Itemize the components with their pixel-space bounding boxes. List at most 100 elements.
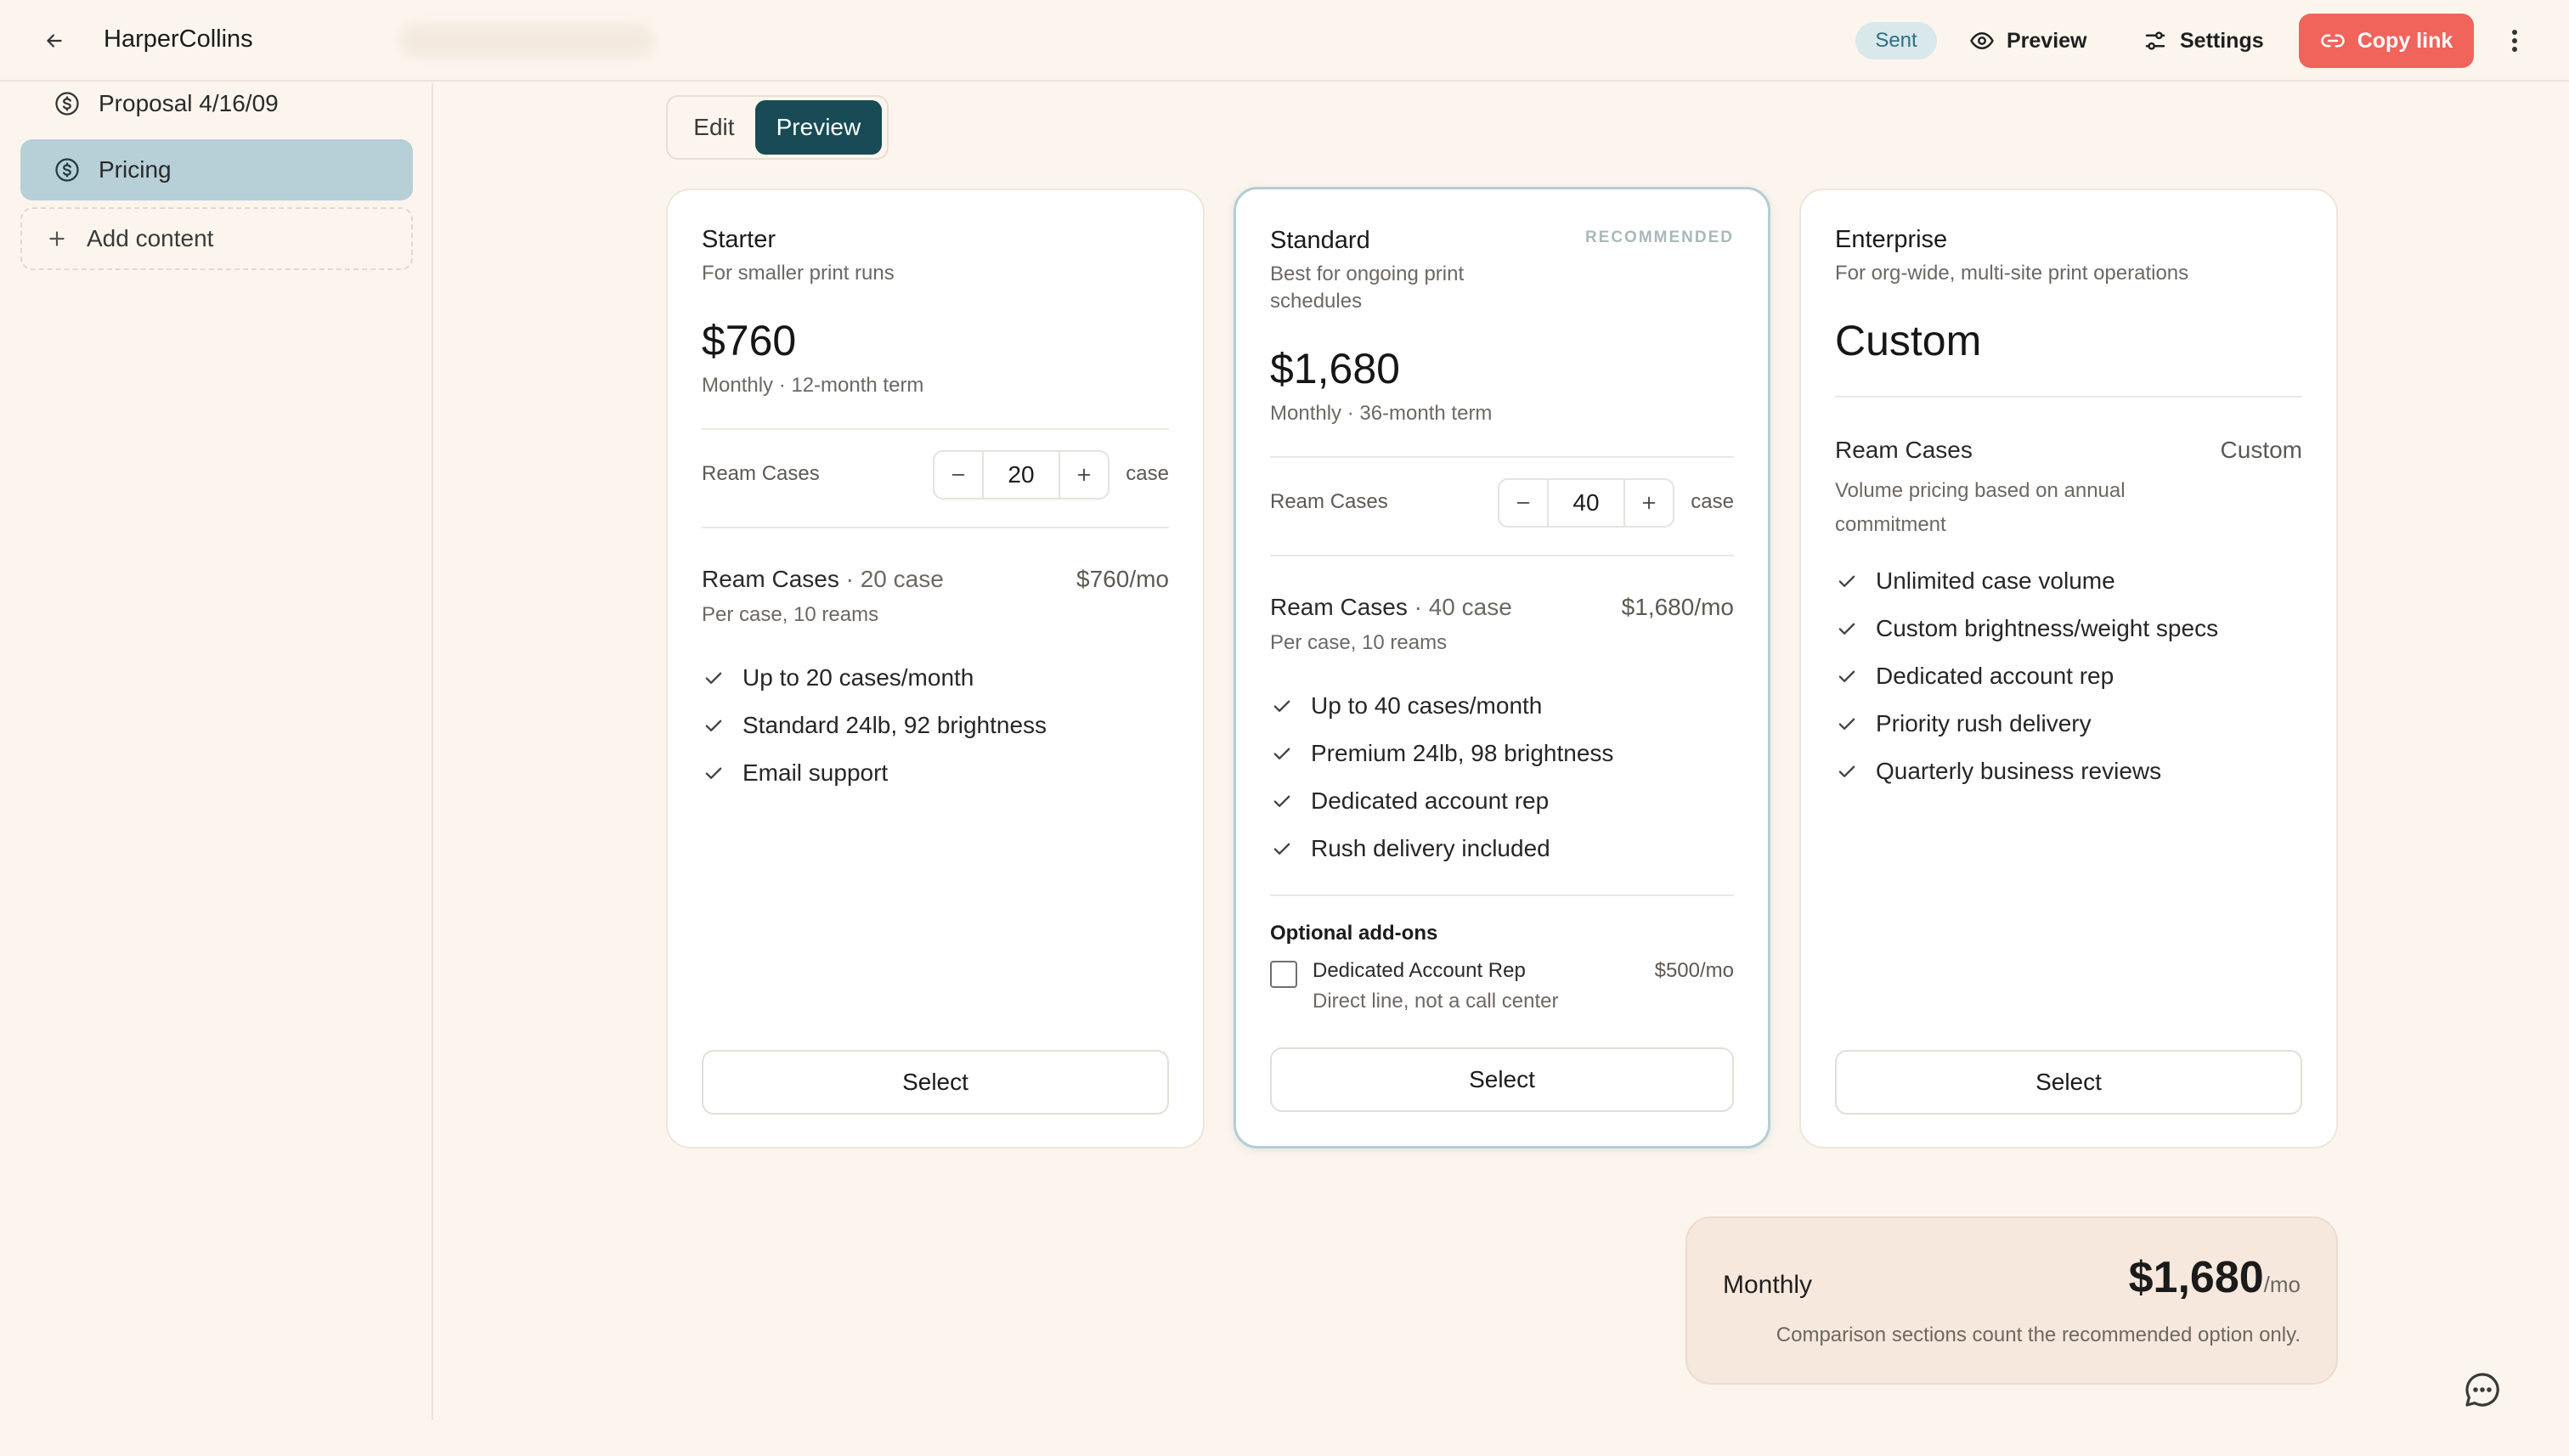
feature-item: Email support xyxy=(702,749,1169,797)
check-icon xyxy=(1273,700,1290,712)
plan-term: Monthly · 36-month term xyxy=(1270,402,1493,425)
feature-text: Dedicated account rep xyxy=(1311,787,1550,814)
select-button[interactable]: Select xyxy=(1835,1050,2302,1115)
feature-item: Dedicated account rep xyxy=(1835,652,2302,700)
plan-name: Enterprise xyxy=(1835,226,1948,253)
check-icon xyxy=(1838,718,1855,730)
monthly-summary: Monthly $1,680/mo Comparison sections co… xyxy=(1685,1216,2338,1385)
summary-label: Monthly xyxy=(1723,1271,1813,1299)
quantity-value[interactable]: 40 xyxy=(1547,480,1625,526)
top-bar: HarperCollins Sent Preview Settings Copy… xyxy=(0,0,2569,82)
plus-icon xyxy=(49,231,65,246)
line-item-price: Custom xyxy=(2220,437,2302,463)
tab-edit[interactable]: Edit xyxy=(673,100,755,155)
feature-item: Custom brightness/weight specs xyxy=(1835,605,2302,652)
select-button[interactable]: Select xyxy=(702,1050,1169,1115)
line-item-subtitle-line: commitment xyxy=(1835,513,1946,536)
feature-text: Up to 20 cases/month xyxy=(742,664,974,691)
feature-list: Up to 40 cases/month Premium 24lb, 98 br… xyxy=(1270,682,1734,872)
plan-card-starter: Starter For smaller print runs $760 Mont… xyxy=(666,189,1205,1148)
minus-icon xyxy=(951,474,965,476)
plan-subtitle-line: Best for ongoing print xyxy=(1270,262,1465,285)
check-icon xyxy=(1273,843,1290,855)
feature-text: Standard 24lb, 92 brightness xyxy=(742,712,1047,738)
addon-price: $500/mo xyxy=(1654,959,1734,982)
quantity-unit: case xyxy=(1126,462,1169,485)
check-icon xyxy=(1838,670,1855,682)
chat-button[interactable] xyxy=(2462,1369,2503,1410)
sidebar-item-pricing[interactable]: Pricing xyxy=(20,139,413,200)
dollar-circle-icon xyxy=(55,158,79,182)
plan-subtitle: For smaller print runs xyxy=(702,262,895,285)
check-icon xyxy=(1838,575,1855,587)
feature-text: Premium 24lb, 98 brightness xyxy=(1311,740,1614,766)
feature-list: Up to 20 cases/month Standard 24lb, 92 b… xyxy=(702,654,1169,797)
feature-text: Quarterly business reviews xyxy=(1876,758,2162,784)
quantity-value[interactable]: 20 xyxy=(982,452,1060,498)
plan-price: $1,680 xyxy=(1270,345,1400,392)
feature-text: Priority rush delivery xyxy=(1876,710,2092,736)
check-icon xyxy=(705,672,722,684)
line-item-qty: · 20 case xyxy=(845,566,944,592)
feature-item: Priority rush delivery xyxy=(1835,700,2302,748)
plan-name: Standard xyxy=(1270,227,1370,254)
line-item-name: Ream Cases xyxy=(702,566,839,592)
tab-preview[interactable]: Preview xyxy=(754,100,882,155)
line-item-title: Ream Cases · 20 case xyxy=(702,566,944,593)
line-item-name: Ream Cases xyxy=(1270,594,1408,620)
divider xyxy=(702,428,1169,430)
plan-name: Starter xyxy=(702,226,776,253)
add-content-button[interactable]: Add content xyxy=(20,207,413,270)
kebab-icon xyxy=(2512,30,2517,52)
copy-link-button[interactable]: Copy link xyxy=(2299,14,2474,68)
quantity-stepper: 20 xyxy=(933,450,1109,499)
line-item-price: $760/mo xyxy=(1076,566,1169,592)
divider xyxy=(1270,456,1734,458)
line-item-name: Ream Cases xyxy=(1835,437,1973,463)
increment-button[interactable] xyxy=(1060,452,1108,498)
more-menu-button[interactable] xyxy=(2501,22,2528,59)
quantity-unit: case xyxy=(1691,490,1734,513)
feature-item: Up to 40 cases/month xyxy=(1270,682,1734,730)
sidebar-item-proposal[interactable]: Proposal 4/16/09 xyxy=(20,85,413,122)
minus-icon xyxy=(1516,502,1530,504)
sidebar-item-label: Proposal 4/16/09 xyxy=(99,90,279,116)
select-button[interactable]: Select xyxy=(1270,1047,1734,1112)
chat-bubble-icon xyxy=(2465,1373,2499,1407)
feature-item: Standard 24lb, 92 brightness xyxy=(702,702,1169,749)
decrement-button[interactable] xyxy=(934,452,982,498)
feature-text: Custom brightness/weight specs xyxy=(1876,615,2219,641)
decrement-button[interactable] xyxy=(1499,480,1547,526)
addons-title: Optional add-ons xyxy=(1270,922,1438,945)
feature-text: Rush delivery included xyxy=(1311,835,1550,861)
status-badge: Sent xyxy=(1855,22,1937,59)
plan-subtitle-line: schedules xyxy=(1270,290,1363,313)
addon-checkbox[interactable] xyxy=(1270,961,1297,988)
feature-text: Dedicated account rep xyxy=(1876,663,2114,689)
check-icon xyxy=(705,767,722,779)
back-button[interactable] xyxy=(37,24,71,58)
mode-toggle: Edit Preview xyxy=(666,95,889,160)
feature-item: Up to 20 cases/month xyxy=(702,654,1169,702)
plan-subtitle: For org-wide, multi-site print operation… xyxy=(1835,262,2189,285)
settings-label: Settings xyxy=(2180,28,2264,53)
feature-text: Email support xyxy=(742,759,889,786)
recommended-badge: RECOMMENDED xyxy=(1584,229,1734,246)
settings-button[interactable]: Settings xyxy=(2143,20,2264,61)
quantity-label: Ream Cases xyxy=(702,462,820,485)
feature-item: Premium 24lb, 98 brightness xyxy=(1270,730,1734,777)
check-icon xyxy=(1838,623,1855,635)
line-item-subtitle-line: Volume pricing based on annual xyxy=(1835,479,2126,502)
line-item-title: Ream Cases · 40 case xyxy=(1270,594,1512,621)
plan-term: Monthly · 12-month term xyxy=(702,374,924,397)
preview-button[interactable]: Preview xyxy=(1969,20,2087,61)
increment-button[interactable] xyxy=(1625,480,1673,526)
plan-card-standard: Standard RECOMMENDED Best for ongoing pr… xyxy=(1234,187,1770,1148)
divider xyxy=(1270,555,1734,556)
add-content-label: Add content xyxy=(87,225,214,251)
line-item-qty: · 40 case xyxy=(1414,594,1512,620)
plan-subtitle: Best for ongoing print schedules xyxy=(1270,261,1464,315)
feature-list: Unlimited case volume Custom brightness/… xyxy=(1835,557,2302,795)
copy-link-label: Copy link xyxy=(2357,28,2453,53)
feature-item: Unlimited case volume xyxy=(1835,557,2302,605)
